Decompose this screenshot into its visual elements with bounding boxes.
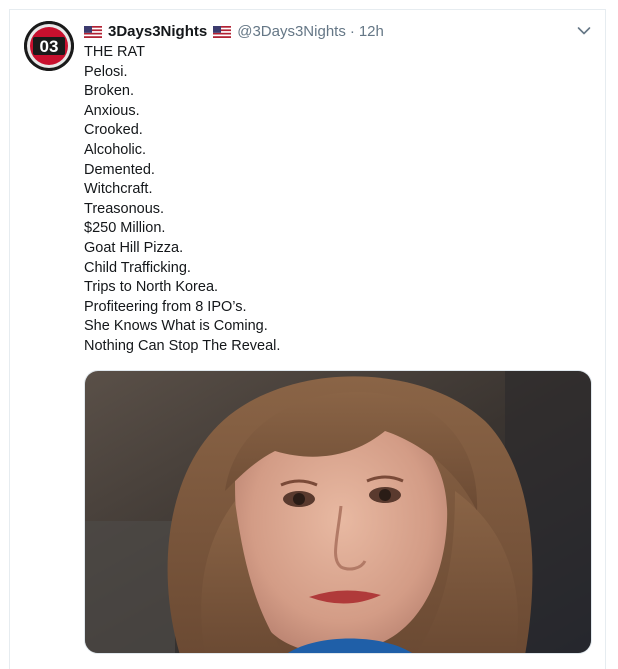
tweet-text: THE RAT Pelosi. Broken. Anxious. Crooked… <box>84 43 280 357</box>
user-handle[interactable]: @3Days3Nights <box>237 22 346 42</box>
tweet-line: Crooked. <box>84 122 143 139</box>
tweet-line: Witchcraft. <box>84 181 153 198</box>
tweet-line: THE RAT <box>84 44 145 60</box>
tweet-line: Demented. <box>84 161 155 178</box>
tweet-photo[interactable] <box>84 370 592 654</box>
tweet-line: She Knows What is Coming. <box>84 318 268 335</box>
timestamp[interactable]: 12h <box>359 22 384 42</box>
avatar-text: 03 <box>40 37 59 56</box>
tweet-line: Trips to North Korea. <box>84 279 219 296</box>
tweet-line: Goat Hill Pizza. <box>84 239 184 256</box>
tweet-line: Profiteering from 8 IPO’s. <box>84 298 247 315</box>
chevron-down-icon[interactable] <box>577 26 591 36</box>
portrait-image <box>85 371 591 653</box>
tweet-line: $250 Million. <box>84 220 166 237</box>
tweet-line: Alcoholic. <box>84 141 147 158</box>
separator: · <box>349 23 355 40</box>
display-name[interactable]: 3Days3Nights <box>108 22 207 42</box>
tweet-line: Child Trafficking. <box>84 259 191 276</box>
tweet-header: 3Days3Nights @3Days3Nights · 12h <box>84 22 384 42</box>
tweet-card[interactable]: 03 3Days3Nights @3Days3Nights · 12h THE … <box>9 9 606 669</box>
us-flag-icon <box>84 26 102 38</box>
tweet-line: Anxious. <box>84 102 140 119</box>
tweet-line: Broken. <box>84 83 134 100</box>
tweet-line: Treasonous. <box>84 200 165 217</box>
us-flag-icon <box>213 26 232 38</box>
tweet-line: Nothing Can Stop The Reveal. <box>84 337 281 354</box>
tweet-line: Pelosi. <box>84 63 128 80</box>
avatar[interactable]: 03 <box>24 21 74 71</box>
